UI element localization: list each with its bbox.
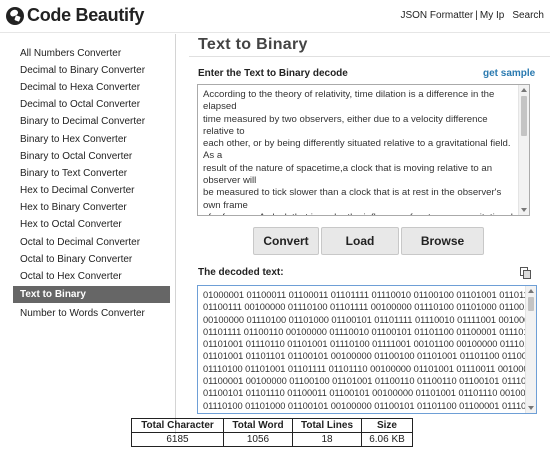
sidebar-item-hex-to-decimal[interactable]: Hex to Decimal Converter [13,182,170,199]
sidebar-item-binary-to-text[interactable]: Binary to Text Converter [13,165,170,182]
nav-separator: | [475,10,478,21]
scroll-down-icon[interactable] [528,406,534,410]
sidebar-item-octal-to-decimal[interactable]: Octal to Decimal Converter [13,234,170,251]
stats-table: Total Character Total Word Total Lines S… [131,418,413,447]
convert-button[interactable]: Convert [253,227,319,255]
input-label: Enter the Text to Binary decode [198,68,348,79]
nav-my-ip[interactable]: My Ip [480,10,504,21]
stats-value-total-lines: 18 [292,432,362,447]
input-textarea[interactable]: According to the theory of relativity, t… [197,84,530,216]
stats-value-size: 6.06 KB [361,432,413,447]
load-button[interactable]: Load [321,227,399,255]
top-header: Code Beautify JSON Formatter | My Ip Sea… [0,0,550,33]
input-scrollbar[interactable] [518,85,529,215]
output-scrollbar[interactable] [525,286,536,413]
stats-value-total-character: 6185 [131,432,224,447]
output-label: The decoded text: [198,267,284,278]
top-nav: JSON Formatter | My Ip Search [400,10,544,21]
scroll-up-icon[interactable] [521,88,527,92]
scroll-up-icon[interactable] [528,289,534,293]
sidebar-item-binary-to-octal[interactable]: Binary to Octal Converter [13,148,170,165]
logo-text: Code Beautify [27,5,145,25]
sidebar-item-hex-to-octal[interactable]: Hex to Octal Converter [13,216,170,233]
nav-search[interactable]: Search [512,10,544,21]
logo-icon [6,6,24,25]
title-divider [189,56,550,57]
stats-value-row: 6185 1056 18 6.06 KB [131,432,413,447]
output-textarea[interactable]: 01000001 01100011 01100011 01101111 0111… [197,285,537,414]
sidebar-item-text-to-binary[interactable]: Text to Binary [13,286,170,303]
sidebar-item-octal-to-binary[interactable]: Octal to Binary Converter [13,251,170,268]
scroll-down-icon[interactable] [521,208,527,212]
sidebar-item-decimal-to-hexa[interactable]: Decimal to Hexa Converter [13,79,170,96]
sidebar-item-binary-to-hex[interactable]: Binary to Hex Converter [13,131,170,148]
stats-value-total-word: 1056 [223,432,293,447]
stats-header-row: Total Character Total Word Total Lines S… [131,418,413,433]
browse-button[interactable]: Browse [401,227,484,255]
stats-header-total-word: Total Word [223,418,293,433]
sidebar-item-number-to-words[interactable]: Number to Words Converter [13,305,170,322]
sidebar-item-all-numbers-converter[interactable]: All Numbers Converter [13,45,170,62]
sidebar-divider [175,34,176,434]
sidebar: All Numbers Converter Decimal to Binary … [0,34,182,434]
get-sample-link[interactable]: get sample [483,68,535,79]
page-title: Text to Binary [198,36,308,53]
sidebar-item-octal-to-hex[interactable]: Octal to Hex Converter [13,268,170,285]
stats-header-total-character: Total Character [131,418,224,433]
scroll-thumb[interactable] [521,96,527,136]
nav-json-formatter[interactable]: JSON Formatter [400,10,473,21]
sidebar-item-decimal-to-binary[interactable]: Decimal to Binary Converter [13,62,170,79]
scroll-thumb[interactable] [528,297,534,311]
stats-header-total-lines: Total Lines [292,418,362,433]
sidebar-item-decimal-to-octal[interactable]: Decimal to Octal Converter [13,96,170,113]
stats-header-size: Size [361,418,413,433]
input-text-content: According to the theory of relativity, t… [203,89,513,215]
copy-icon[interactable] [520,267,531,279]
sidebar-item-binary-to-decimal[interactable]: Binary to Decimal Converter [13,113,170,130]
sidebar-item-hex-to-binary[interactable]: Hex to Binary Converter [13,199,170,216]
output-text-content: 01000001 01100011 01100011 01101111 0111… [203,290,537,411]
site-logo[interactable]: Code Beautify [6,5,144,26]
